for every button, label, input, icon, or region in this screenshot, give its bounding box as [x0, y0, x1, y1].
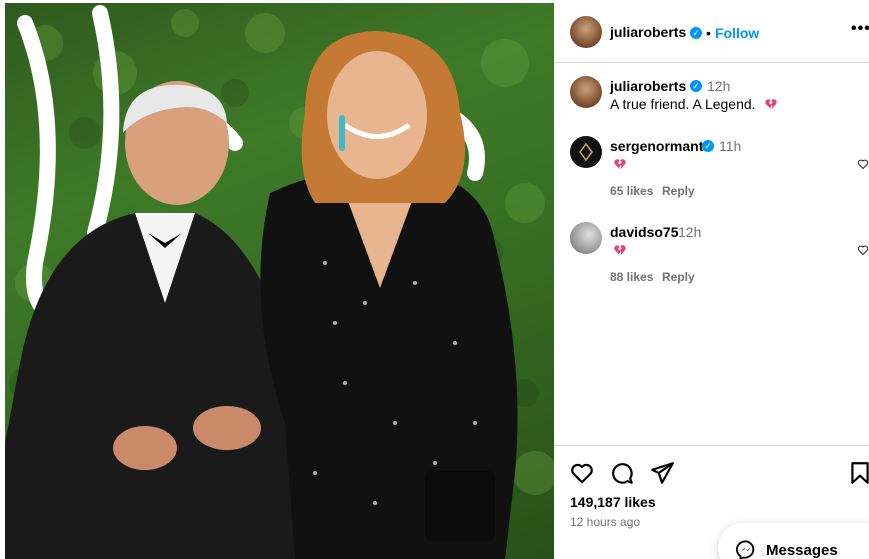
verified-badge-icon: ✓	[690, 27, 702, 39]
like-heart-icon[interactable]	[569, 460, 595, 486]
verified-badge-icon: ✓	[690, 80, 702, 92]
logo-mark-icon	[579, 142, 593, 162]
post-detail-panel: juliaroberts ✓ • Follow ••• juliaroberts…	[554, 0, 869, 559]
caption-avatar[interactable]	[570, 76, 602, 108]
comment-username[interactable]: sergenormant	[610, 138, 703, 154]
caption-text: A true friend. A Legend.	[610, 96, 756, 112]
comment-time[interactable]: 11h	[719, 138, 741, 154]
post-photo[interactable]	[5, 3, 554, 559]
comment-likes[interactable]: 65 likes	[610, 184, 653, 198]
share-icon[interactable]	[649, 460, 675, 486]
comment-time[interactable]: 12h	[678, 224, 701, 240]
messages-button[interactable]: Messages	[718, 523, 869, 559]
reply-button[interactable]: Reply	[662, 184, 695, 198]
caption-time[interactable]: 12h	[707, 78, 730, 94]
broken-heart-icon	[614, 245, 626, 256]
messenger-icon	[735, 540, 755, 559]
broken-heart-icon	[614, 159, 626, 170]
comment-avatar[interactable]	[570, 136, 602, 168]
messages-label: Messages	[766, 542, 838, 559]
like-comment-icon[interactable]	[857, 158, 869, 170]
avatar[interactable]	[570, 16, 602, 48]
separator-dot: •	[706, 25, 711, 41]
photo-illustration	[5, 5, 554, 559]
more-options-icon[interactable]: •••	[851, 20, 869, 38]
verified-badge-icon: ✓	[702, 140, 714, 152]
post-timestamp[interactable]: 12 hours ago	[570, 515, 640, 529]
follow-button[interactable]: Follow	[715, 25, 759, 41]
reply-button[interactable]: Reply	[662, 270, 695, 284]
likes-count[interactable]: 149,187 likes	[570, 494, 656, 510]
like-comment-icon[interactable]	[857, 244, 869, 256]
caption-username[interactable]: juliaroberts	[610, 78, 686, 94]
comment-likes[interactable]: 88 likes	[610, 270, 653, 284]
post-header: juliaroberts ✓ • Follow •••	[554, 0, 869, 63]
comment-avatar[interactable]	[570, 222, 602, 254]
author-username[interactable]: juliaroberts	[610, 24, 686, 40]
save-bookmark-icon[interactable]	[847, 460, 869, 486]
broken-heart-icon	[765, 99, 777, 110]
comment-icon[interactable]	[609, 460, 635, 486]
comment-username[interactable]: davidso75	[610, 224, 678, 240]
